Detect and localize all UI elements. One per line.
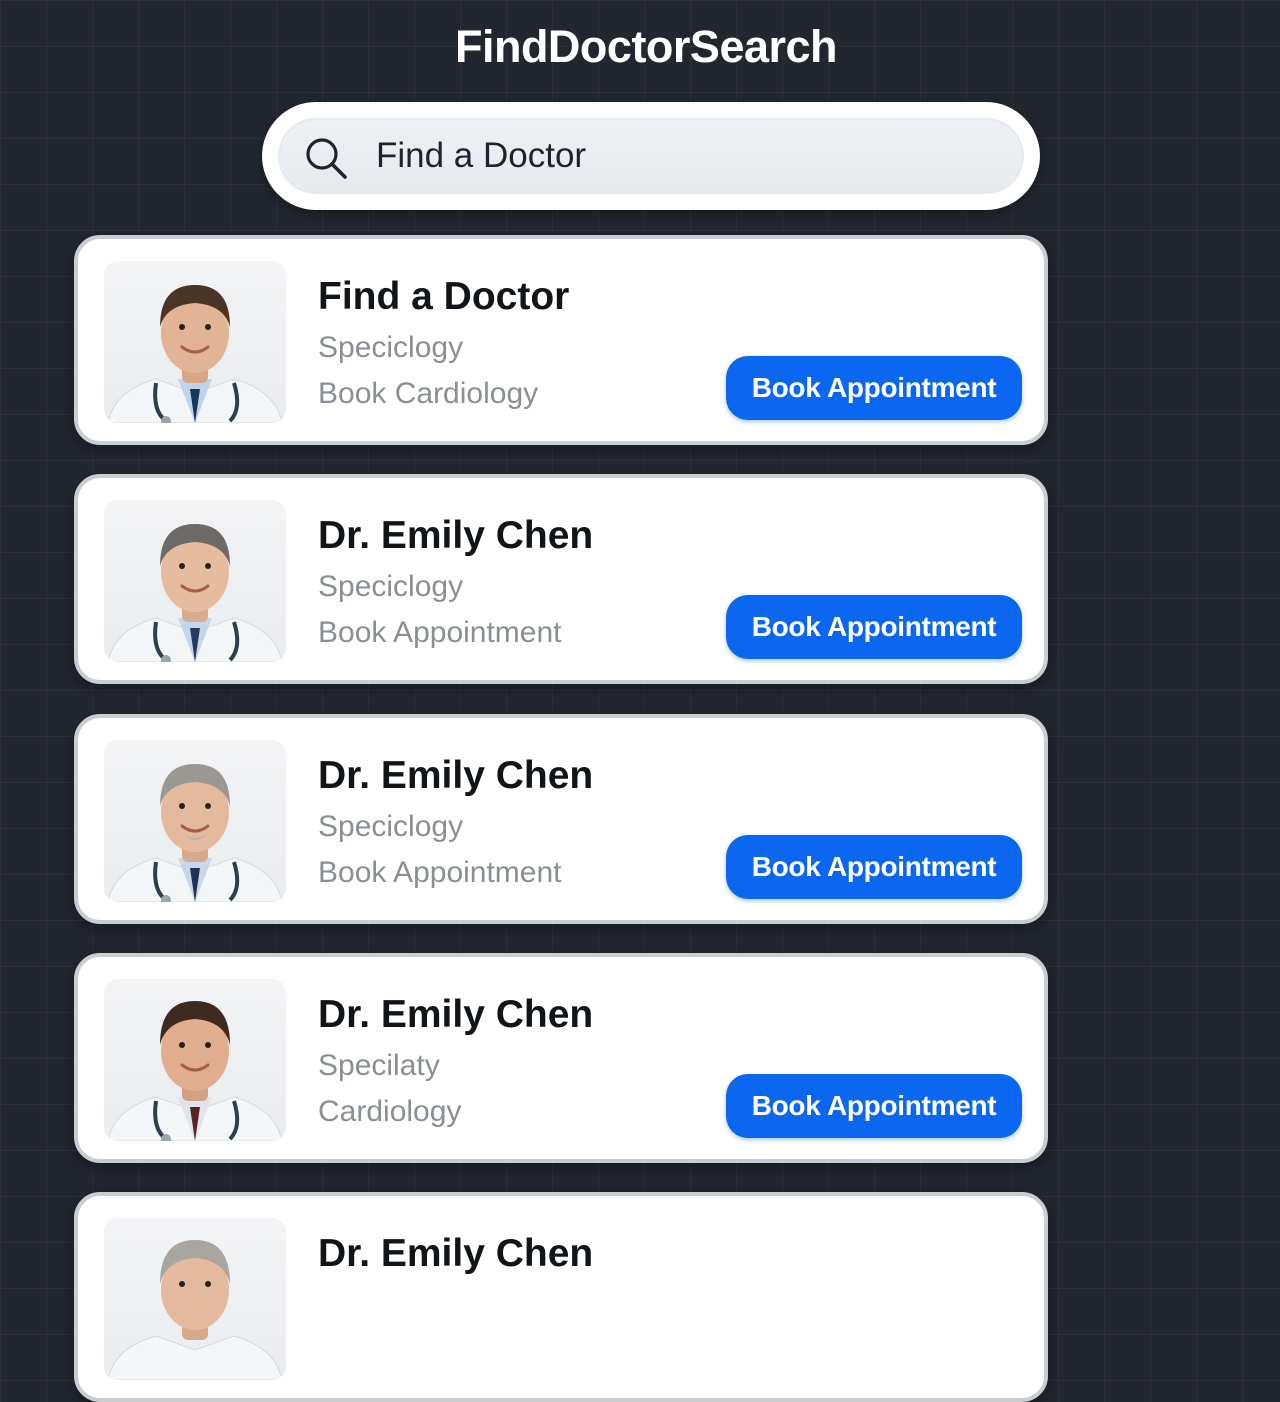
doctor-name: Dr. Emily Chen <box>318 514 594 557</box>
doctor-photo <box>104 1218 286 1380</box>
doctor-photo <box>104 979 286 1141</box>
doctor-avatar-icon <box>107 1001 283 1141</box>
doctor-specialty: Speciclogy <box>318 810 464 843</box>
doctor-specialty: Specilaty <box>318 1049 440 1082</box>
book-appointment-button[interactable]: Book Appointment <box>726 1074 1022 1138</box>
doctor-card: Dr. Emily Chen Speciclogy Book Appointme… <box>74 714 1048 924</box>
doctor-card: Dr. Emily Chen Specilaty Cardiology Book… <box>74 953 1048 1163</box>
doctor-avatar-icon <box>107 764 283 902</box>
search-icon[interactable] <box>304 136 348 180</box>
search-field[interactable] <box>278 118 1024 194</box>
search-input[interactable] <box>376 118 994 194</box>
doctor-card: Dr. Emily Chen Speciclogy Book Appointme… <box>74 474 1048 684</box>
doctor-name: Dr. Emily Chen <box>318 754 594 797</box>
app-title: FindDoctorSearch <box>454 21 838 72</box>
doctor-photo <box>104 261 286 423</box>
doctor-avatar-icon <box>107 285 283 423</box>
doctor-specialty: Speciclogy <box>318 331 464 364</box>
doctor-detail: Book Cardiology <box>318 377 539 410</box>
doctor-card: Dr. Emily Chen <box>74 1192 1048 1402</box>
search-bar <box>262 102 1040 210</box>
doctor-photo <box>104 500 286 662</box>
book-appointment-button[interactable]: Book Appointment <box>726 835 1022 899</box>
doctor-detail: Cardiology <box>318 1095 462 1128</box>
doctor-detail: Book Appointment <box>318 856 562 889</box>
book-appointment-button[interactable]: Book Appointment <box>726 595 1022 659</box>
doctor-name: Find a Doctor <box>318 275 570 318</box>
doctor-name: Dr. Emily Chen <box>318 1232 594 1275</box>
doctor-avatar-icon <box>107 1240 283 1380</box>
doctor-avatar-icon <box>107 524 283 662</box>
doctor-name: Dr. Emily Chen <box>318 993 594 1036</box>
doctor-card: Find a Doctor Speciclogy Book Cardiology… <box>74 235 1048 445</box>
doctor-photo <box>104 740 286 902</box>
doctor-detail: Book Appointment <box>318 616 562 649</box>
doctor-specialty: Speciclogy <box>318 570 464 603</box>
book-appointment-button[interactable]: Book Appointment <box>726 356 1022 420</box>
